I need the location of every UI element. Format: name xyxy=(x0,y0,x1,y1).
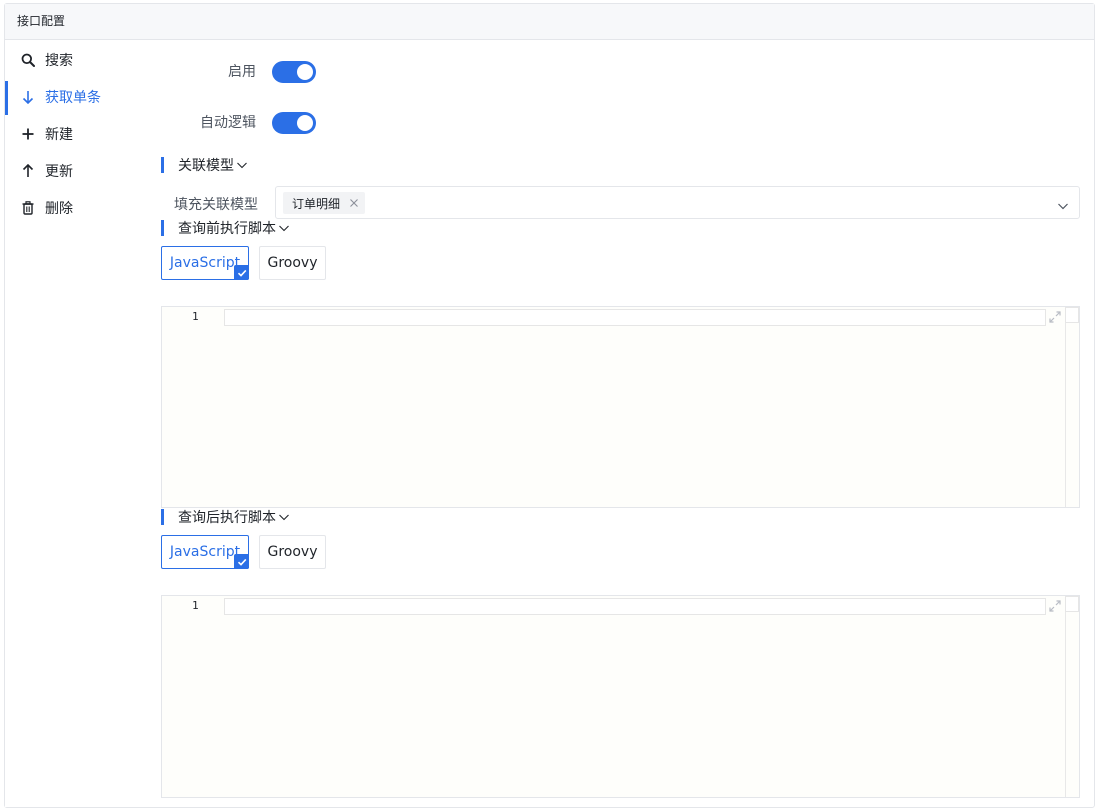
before-script-editor[interactable]: 1 xyxy=(161,306,1080,508)
after-script-editor[interactable]: 1 xyxy=(161,595,1080,798)
editor-line[interactable] xyxy=(224,598,1046,615)
editor-line[interactable] xyxy=(224,309,1046,326)
sidebar-item-label: 删除 xyxy=(45,200,73,217)
lang-label: Groovy xyxy=(267,544,318,560)
plus-icon xyxy=(21,127,35,141)
editor-scrollbar[interactable] xyxy=(1065,596,1079,797)
before-script-section-header[interactable]: 查询前执行脚本 xyxy=(161,220,290,237)
lang-label: JavaScript xyxy=(169,544,241,560)
lang-label: Groovy xyxy=(267,255,318,271)
enable-label: 启用 xyxy=(228,64,256,80)
sidebar-item-update[interactable]: 更新 xyxy=(5,152,146,189)
sidebar-item-delete[interactable]: 删除 xyxy=(5,189,146,226)
sidebar-item-search[interactable]: 搜索 xyxy=(5,41,146,78)
chevron-down-icon xyxy=(1057,197,1069,216)
panel-title: 接口配置 xyxy=(5,4,1094,40)
expand-icon[interactable] xyxy=(1048,309,1062,323)
section-bar xyxy=(161,509,164,525)
chevron-down-icon xyxy=(236,159,248,171)
sidebar-item-create[interactable]: 新建 xyxy=(5,115,146,152)
search-icon xyxy=(21,53,35,67)
auto-logic-label: 自动逻辑 xyxy=(200,115,256,131)
checkmark-icon xyxy=(234,265,249,280)
arrow-down-icon xyxy=(21,90,35,104)
editor-scrollbar[interactable] xyxy=(1065,307,1079,507)
after-javascript-button[interactable]: JavaScript xyxy=(161,535,249,569)
lang-label: JavaScript xyxy=(169,255,241,271)
sidebar-item-get-one[interactable]: 获取单条 xyxy=(5,78,146,115)
selected-tag: 订单明细 xyxy=(283,192,366,214)
after-groovy-button[interactable]: Groovy xyxy=(259,535,326,569)
main-content: 启用 自动逻辑 关联模型 填充关联模型 订单明细 查询前执行脚本 JavaScr… xyxy=(146,40,1094,807)
line-number: 1 xyxy=(192,599,199,612)
close-icon[interactable] xyxy=(349,198,359,208)
before-groovy-button[interactable]: Groovy xyxy=(259,246,326,280)
sidebar-item-label: 搜索 xyxy=(45,52,73,69)
sidebar-item-label: 新建 xyxy=(45,126,73,143)
relation-section-header[interactable]: 关联模型 xyxy=(161,157,248,174)
line-number: 1 xyxy=(192,310,199,323)
chevron-down-icon xyxy=(278,511,290,523)
enable-switch[interactable] xyxy=(272,61,316,83)
config-panel: 接口配置 搜索 获取单条 新建 更新 删除 启用 自动逻辑 关联模型 填充关联模… xyxy=(4,3,1095,808)
checkmark-icon xyxy=(234,554,249,569)
relation-model-select[interactable]: 订单明细 xyxy=(275,186,1080,219)
sidebar-item-label: 获取单条 xyxy=(45,89,101,106)
section-bar xyxy=(161,220,164,236)
section-title: 查询前执行脚本 xyxy=(178,221,276,237)
section-bar xyxy=(161,157,164,173)
section-title: 关联模型 xyxy=(178,158,234,174)
chevron-down-icon xyxy=(278,222,290,234)
editor-scrollbar-thumb[interactable] xyxy=(1065,307,1079,323)
expand-icon[interactable] xyxy=(1048,598,1062,612)
arrow-up-icon xyxy=(21,163,35,178)
sidebar-item-label: 更新 xyxy=(45,163,73,180)
tag-label: 订单明细 xyxy=(292,196,341,211)
after-script-section-header[interactable]: 查询后执行脚本 xyxy=(161,509,290,526)
fill-relation-label: 填充关联模型 xyxy=(174,197,258,213)
trash-icon xyxy=(21,200,35,215)
auto-logic-switch[interactable] xyxy=(272,112,316,134)
sidebar: 搜索 获取单条 新建 更新 删除 xyxy=(5,40,146,807)
before-javascript-button[interactable]: JavaScript xyxy=(161,246,249,280)
section-title: 查询后执行脚本 xyxy=(178,510,276,526)
editor-scrollbar-thumb[interactable] xyxy=(1065,596,1079,612)
